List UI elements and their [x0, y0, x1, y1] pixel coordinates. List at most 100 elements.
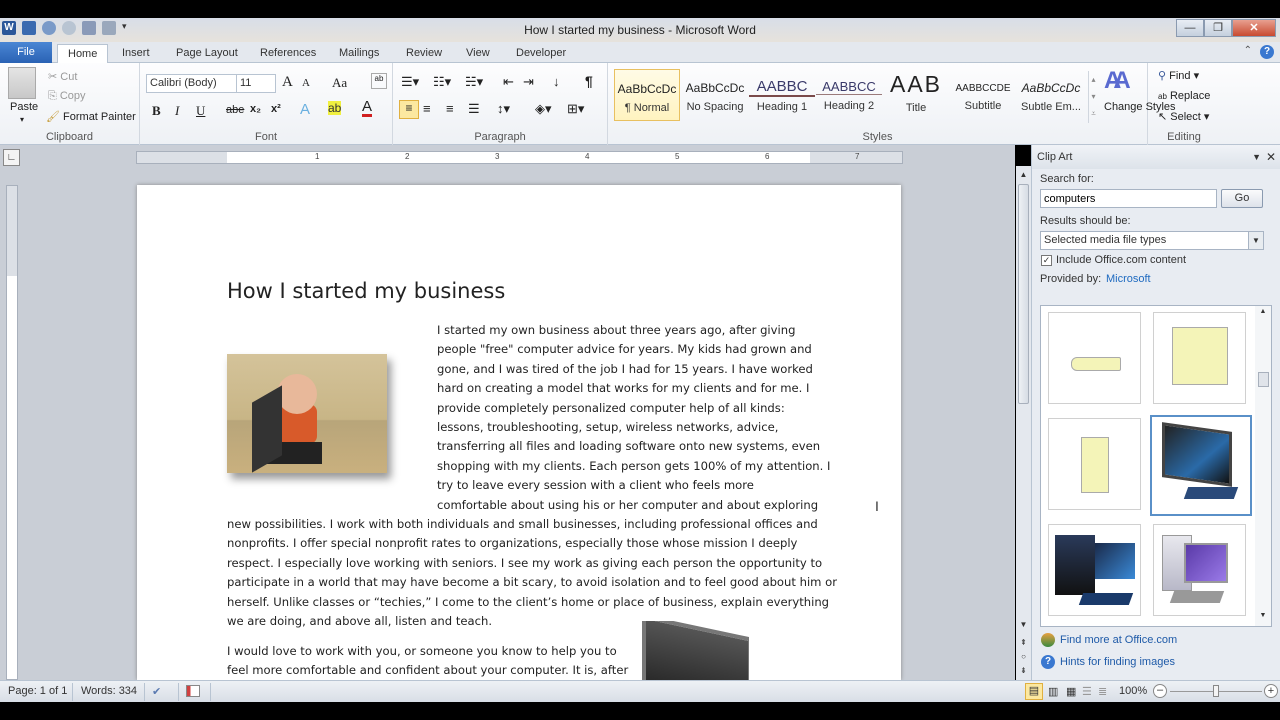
line-spacing-icon[interactable]: ↕▾	[497, 101, 510, 117]
clip-all-in-one-computer[interactable]	[1150, 415, 1252, 516]
page-count[interactable]: Page: 1 of 1	[8, 685, 67, 697]
paste-dropdown-icon[interactable]: ▾	[20, 115, 24, 124]
clip-tower[interactable]	[1048, 418, 1141, 510]
change-case-button[interactable]: Aa	[332, 75, 347, 91]
find-button[interactable]: ⚲ Find ▾	[1158, 69, 1199, 82]
scroll-down-icon[interactable]: ▼	[1016, 620, 1031, 629]
align-right-icon[interactable]: ≡	[446, 101, 454, 116]
align-center-icon[interactable]: ≡	[423, 101, 431, 116]
scrollbar-thumb[interactable]	[1018, 184, 1029, 404]
tab-selector-icon[interactable]: ∟	[3, 149, 20, 166]
dropdown-arrow-icon[interactable]: ▼	[1248, 232, 1263, 249]
styles-scroll-icon[interactable]: ▴ ▾ ⩡	[1088, 71, 1098, 123]
borders-icon[interactable]: ⊞▾	[567, 101, 584, 117]
bullets-icon[interactable]: ☰▾	[401, 74, 419, 90]
paragraph-1-wrapped[interactable]: I started my own business about three ye…	[437, 321, 830, 515]
tab-references[interactable]: References	[250, 44, 326, 63]
document-heading[interactable]: How I started my business	[227, 279, 505, 303]
grow-font-button[interactable]: A	[282, 74, 293, 91]
results-scroll-up-icon[interactable]: ▲	[1255, 308, 1271, 315]
text-effects-icon[interactable]: A	[300, 101, 310, 118]
results-type-select[interactable]: Selected media file types ▼	[1040, 231, 1264, 250]
clear-formatting-icon[interactable]: ab	[371, 73, 387, 89]
justify-icon[interactable]: ☰	[468, 101, 480, 117]
baby-laptop-photo[interactable]	[227, 354, 387, 473]
clip-art-search-input[interactable]	[1040, 189, 1217, 208]
zoom-slider-thumb[interactable]	[1213, 685, 1219, 697]
style-heading-2[interactable]: AABBCC Heading 2	[816, 69, 882, 121]
pane-close-icon[interactable]: ✕	[1266, 145, 1276, 169]
tab-file[interactable]: File	[0, 42, 52, 63]
find-more-link[interactable]: Find more at Office.com	[1060, 634, 1177, 646]
zoom-out-icon[interactable]: –	[1153, 684, 1167, 698]
web-layout-icon[interactable]: ▦	[1066, 685, 1076, 698]
style-subtle-emphasis[interactable]: AaBbCcDc Subtle Em...	[1018, 69, 1084, 121]
clip-form-layout[interactable]	[1153, 312, 1246, 404]
scroll-up-icon[interactable]: ▲	[1016, 170, 1031, 179]
tab-mailings[interactable]: Mailings	[329, 44, 389, 63]
replace-button[interactable]: ab Replace	[1158, 90, 1210, 102]
hints-link[interactable]: Hints for finding images	[1060, 656, 1175, 668]
numbering-icon[interactable]: ☷▾	[433, 74, 451, 90]
decrease-indent-icon[interactable]: ⇤	[503, 74, 514, 90]
next-page-icon[interactable]: ⇟	[1016, 666, 1031, 675]
copy-button[interactable]: ⎘ Copy	[48, 90, 86, 103]
font-size-combo[interactable]: 11	[236, 74, 276, 93]
print-layout-icon[interactable]: ▤	[1025, 683, 1043, 700]
previous-page-icon[interactable]: ⇞	[1016, 638, 1031, 647]
format-painter-button[interactable]: 🖌 Format Painter	[46, 110, 136, 123]
clip-scanner[interactable]	[1048, 312, 1141, 404]
minimize-icon[interactable]: —	[1176, 19, 1204, 37]
style-normal[interactable]: AaBbCcDc ¶ Normal	[614, 69, 680, 121]
macro-recording-icon[interactable]	[186, 685, 200, 697]
draft-icon[interactable]: ≣	[1098, 685, 1107, 698]
proofing-icon[interactable]: ✔	[152, 685, 161, 698]
increase-indent-icon[interactable]: ⇥	[523, 74, 534, 90]
strikethrough-button[interactable]: abe	[226, 104, 244, 116]
italic-button[interactable]: I	[175, 103, 179, 119]
inserted-monitor-clipart[interactable]	[637, 621, 749, 681]
shrink-font-button[interactable]: A	[302, 77, 310, 89]
document-scrollbar[interactable]: ▲ ▼ ⇞ ○ ⇟	[1016, 166, 1031, 680]
help-icon[interactable]: ?	[1260, 45, 1274, 59]
go-button[interactable]: Go	[1221, 189, 1263, 208]
tab-developer[interactable]: Developer	[506, 44, 576, 63]
full-screen-reading-icon[interactable]: ▥	[1048, 685, 1058, 698]
pane-options-icon[interactable]: ▼	[1252, 145, 1261, 169]
tab-home[interactable]: Home	[57, 44, 109, 63]
style-title[interactable]: AAB Title	[883, 69, 949, 121]
outline-icon[interactable]: ☰	[1082, 685, 1092, 698]
paragraph-1-full[interactable]: new possibilities. I work with both indi…	[227, 515, 837, 631]
vertical-ruler[interactable]	[6, 185, 18, 680]
clip-gaming-pc[interactable]	[1048, 524, 1141, 616]
word-count[interactable]: Words: 334	[81, 685, 137, 697]
clip-desktop-pc[interactable]	[1153, 524, 1246, 616]
restore-icon[interactable]: ❐	[1204, 19, 1232, 37]
results-scrollbar[interactable]: ▲ ▼	[1255, 306, 1271, 626]
tab-review[interactable]: Review	[396, 44, 452, 63]
tab-page-layout[interactable]: Page Layout	[166, 44, 248, 63]
include-office-checkbox[interactable]: ✓	[1041, 255, 1052, 266]
font-name-combo[interactable]: Calibri (Body)	[146, 74, 238, 93]
select-button[interactable]: ↖ Select ▾	[1158, 110, 1209, 123]
highlight-icon[interactable]: ab	[328, 101, 342, 115]
zoom-in-icon[interactable]: +	[1264, 684, 1278, 698]
multilevel-list-icon[interactable]: ☵▾	[465, 74, 483, 90]
document-page[interactable]: How I started my business I started my o…	[137, 185, 901, 681]
underline-button[interactable]: U	[196, 103, 205, 119]
zoom-level[interactable]: 100%	[1119, 685, 1147, 697]
style-subtitle[interactable]: AABBCCDE Subtitle	[950, 69, 1016, 121]
bold-button[interactable]: B	[152, 103, 161, 119]
tab-insert[interactable]: Insert	[112, 44, 160, 63]
subscript-button[interactable]: x₂	[250, 103, 261, 115]
paragraph-2[interactable]: I would love to work with you, or someon…	[227, 642, 628, 681]
sort-icon[interactable]: ↓	[553, 74, 560, 89]
show-formatting-button[interactable]: ¶	[585, 73, 593, 89]
cut-button[interactable]: ✂ Cut	[48, 70, 77, 83]
align-left-icon[interactable]: ≡	[399, 100, 419, 119]
minimize-ribbon-icon[interactable]: ⌃	[1244, 45, 1252, 56]
style-heading-1[interactable]: AABBC Heading 1	[749, 69, 815, 121]
close-icon[interactable]: ✕	[1232, 19, 1276, 37]
font-color-icon[interactable]: A	[362, 99, 373, 117]
horizontal-ruler[interactable]: 1 2 3 4 5 6 7	[136, 151, 903, 164]
